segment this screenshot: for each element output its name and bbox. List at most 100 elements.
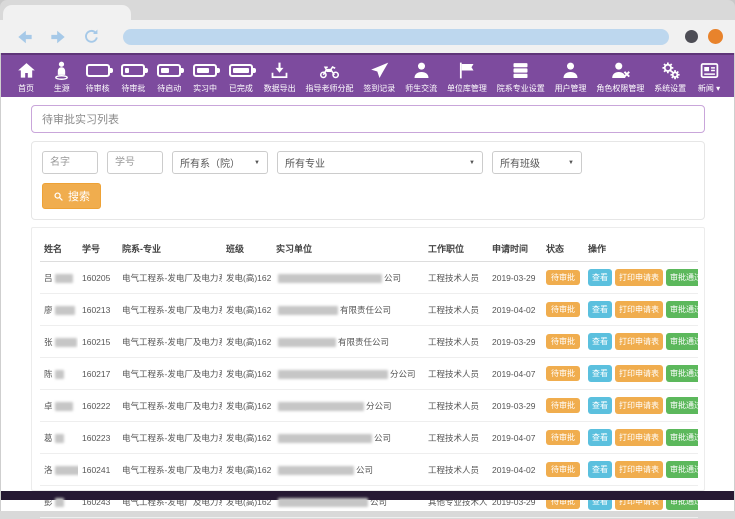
nav-item-checkin-records[interactable]: 签到记录 (361, 55, 397, 97)
student-id-filter-input[interactable] (107, 151, 163, 174)
cell-actions: 查看打印申请表审批通过 (584, 262, 698, 294)
view-button[interactable]: 查看 (588, 461, 612, 478)
cell-name: 洛 (40, 454, 78, 486)
nav-item-label: 用户管理 (555, 83, 587, 94)
nav-item-label: 首页 (18, 83, 34, 94)
cell-apply-date: 2019-03-29 (488, 262, 542, 294)
view-button[interactable]: 查看 (588, 301, 612, 318)
approve-button[interactable]: 审批通过 (666, 269, 698, 286)
refresh-button[interactable] (80, 26, 102, 48)
nav-item-teacher-student-communication[interactable]: 师生交流 (403, 55, 439, 97)
column-header: 院系-专业 (118, 236, 222, 262)
cell-name: 吕 (40, 262, 78, 294)
cell-student-id: 160241 (78, 454, 118, 486)
print-application-button[interactable]: 打印申请表 (615, 269, 663, 286)
url-bar[interactable] (123, 29, 669, 45)
cell-name: 卓 (40, 390, 78, 422)
motorcycle-icon (319, 60, 340, 81)
cell-actions: 查看打印申请表审批通过 (584, 422, 698, 454)
nav-item-label: 系统设置 (654, 83, 686, 94)
nav-item-data-export[interactable]: 数据导出 (262, 55, 298, 97)
nav-item-news[interactable]: 新闻 ▾ (694, 55, 724, 97)
table-row: 卓160222电气工程系-发电厂及电力系统发电(高)162分公司工程技术人员20… (40, 390, 698, 422)
table-row: 吕160205电气工程系-发电厂及电力系统发电(高)162公司工程技术人员201… (40, 262, 698, 294)
cell-class: 发电(高)162 (222, 294, 272, 326)
student-person-icon (51, 60, 72, 81)
nav-item-pending-start[interactable]: 待启动 (154, 55, 184, 97)
cell-apply-date: 2019-04-02 (488, 454, 542, 486)
approve-button[interactable]: 审批通过 (666, 301, 698, 318)
browser-profile-dot[interactable] (685, 30, 698, 43)
user-icon (560, 60, 581, 81)
cell-student-id: 160223 (78, 422, 118, 454)
view-button[interactable]: 查看 (588, 269, 612, 286)
print-application-button[interactable]: 打印申请表 (615, 365, 663, 382)
cell-apply-date: 2019-04-07 (488, 422, 542, 454)
cell-company: 有限责任公司 (272, 294, 424, 326)
print-application-button[interactable]: 打印申请表 (615, 461, 663, 478)
nav-item-user-management[interactable]: 用户管理 (553, 55, 589, 97)
forward-button[interactable] (47, 26, 69, 48)
nav-item-completed[interactable]: 已完成 (226, 55, 256, 97)
print-application-button[interactable]: 打印申请表 (615, 397, 663, 414)
name-filter-input[interactable] (42, 151, 98, 174)
column-header: 申请时间 (488, 236, 542, 262)
nav-item-label: 单位库管理 (447, 83, 487, 94)
cell-department-major: 电气工程系-发电厂及电力系统 (118, 326, 222, 358)
nav-item-student-source[interactable]: 生源 (47, 55, 77, 97)
major-select[interactable]: 所有专业▼ (277, 151, 483, 174)
main-navigation: 首页 生源待审核待审批待启动实习中已完成数据导出指导老师分配签到记录师生交流单位库… (1, 53, 734, 97)
nav-item-role-permission-management[interactable]: 角色权限管理 (594, 55, 646, 97)
print-application-button[interactable]: 打印申请表 (615, 429, 663, 446)
cell-class: 发电(高)162 (222, 326, 272, 358)
battery-half-icon (157, 64, 181, 77)
view-button[interactable]: 查看 (588, 429, 612, 446)
view-button[interactable]: 查看 (588, 365, 612, 382)
nav-item-home[interactable]: 首页 (11, 55, 41, 97)
approve-button[interactable]: 审批通过 (666, 461, 698, 478)
redacted-company (278, 498, 368, 507)
approve-button[interactable]: 审批通过 (666, 429, 698, 446)
print-application-button[interactable]: 打印申请表 (615, 333, 663, 350)
nav-item-pending-review[interactable]: 待审核 (83, 55, 113, 97)
cell-company: 公司 (272, 262, 424, 294)
back-button[interactable] (14, 26, 36, 48)
redacted-company (278, 370, 388, 379)
nav-item-in-internship[interactable]: 实习中 (190, 55, 220, 97)
nav-item-label: 签到记录 (363, 83, 395, 94)
view-button[interactable]: 查看 (588, 397, 612, 414)
nav-item-pending-approval[interactable]: 待审批 (118, 55, 148, 97)
nav-item-company-library[interactable]: 单位库管理 (445, 55, 489, 97)
cell-status: 待审批 (542, 358, 584, 390)
nav-item-department-major-settings[interactable]: 院系专业设置 (495, 55, 547, 97)
status-badge: 待审批 (546, 334, 580, 349)
search-icon (53, 191, 64, 202)
cell-student-id: 160217 (78, 358, 118, 390)
table-body: 吕160205电气工程系-发电厂及电力系统发电(高)162公司工程技术人员201… (40, 262, 698, 518)
approve-button[interactable]: 审批通过 (666, 333, 698, 350)
class-select[interactable]: 所有班级▼ (492, 151, 582, 174)
redacted-company (278, 466, 354, 475)
internship-table: 姓名学号院系-专业班级实习单位工作职位申请时间状态操作 吕160205电气工程系… (40, 236, 698, 518)
approve-button[interactable]: 审批通过 (666, 365, 698, 382)
status-badge: 待审批 (546, 366, 580, 381)
browser-window: 首页生源待审核待审批待启动实习中已完成数据导出指导老师分配签到记录师生交流单位库… (0, 0, 735, 519)
cell-class: 发电(高)162 (222, 454, 272, 486)
browser-menu-dot[interactable] (708, 29, 723, 44)
page-title: 待审批实习列表 (42, 114, 119, 126)
department-select[interactable]: 所有系（院）▼ (172, 151, 268, 174)
gears-icon (660, 60, 681, 81)
print-application-button[interactable]: 打印申请表 (615, 301, 663, 318)
forward-arrow-icon (48, 27, 68, 47)
view-button[interactable]: 查看 (588, 333, 612, 350)
approve-button[interactable]: 审批通过 (666, 397, 698, 414)
search-button[interactable]: 搜索 (42, 183, 101, 209)
cell-status: 待审批 (542, 262, 584, 294)
browser-tab[interactable] (3, 5, 131, 20)
cell-actions: 查看打印申请表审批通过 (584, 390, 698, 422)
nav-item-system-settings[interactable]: 系统设置 (652, 55, 688, 97)
chevron-down-icon: ▼ (568, 160, 574, 166)
nav-item-advisor-assignment[interactable]: 指导老师分配 (304, 55, 356, 97)
redacted-name (55, 434, 64, 443)
table-row: 葛160223电气工程系-发电厂及电力系统发电(高)162公司工程技术人员201… (40, 422, 698, 454)
